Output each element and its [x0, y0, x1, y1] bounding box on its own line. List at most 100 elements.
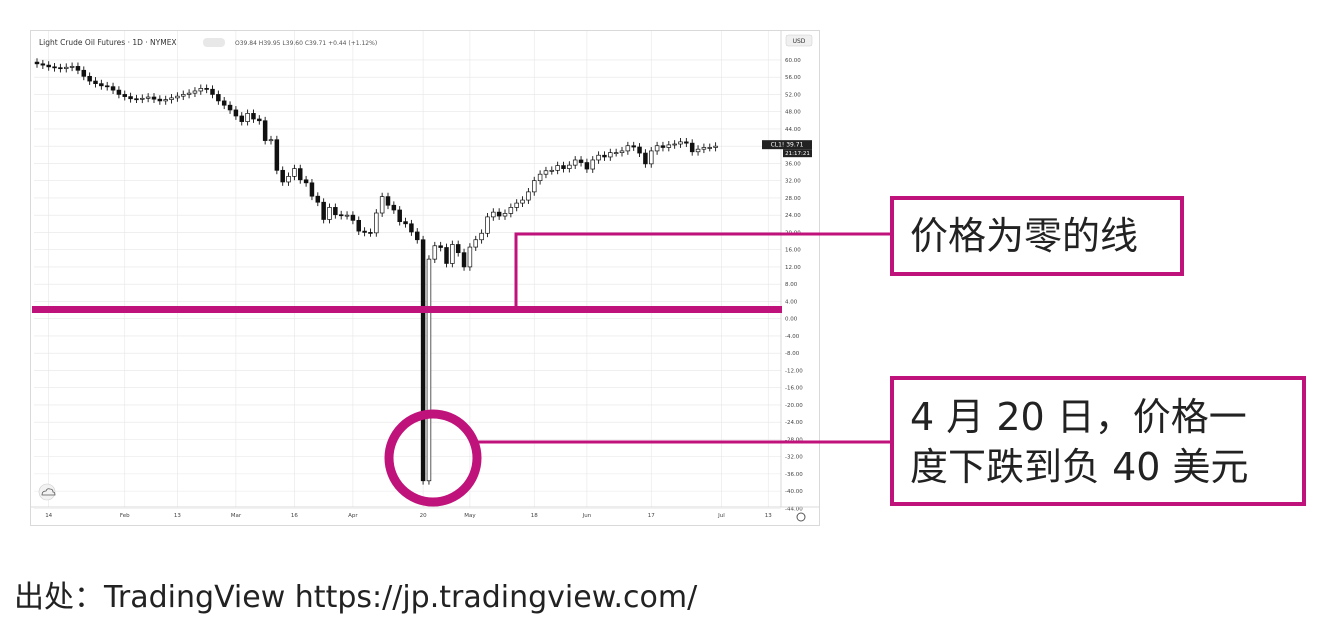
negative-price-annotation-line-1: 4 月 20 日，价格一 — [910, 395, 1247, 439]
candle-body — [590, 159, 595, 170]
candle — [239, 112, 245, 126]
candle — [450, 240, 455, 268]
y-tick-label: -32.00 — [785, 455, 803, 461]
candle — [303, 175, 309, 187]
candle — [473, 235, 479, 251]
x-tick-label: 16 — [291, 513, 298, 519]
candle-body — [532, 180, 537, 193]
candle — [666, 141, 672, 152]
candle — [420, 235, 426, 485]
candle — [134, 94, 139, 104]
candle-body — [648, 150, 654, 165]
candle-body — [116, 89, 122, 95]
candle — [75, 62, 81, 75]
candle-body — [543, 170, 549, 175]
x-tick-label: Feb — [120, 513, 130, 519]
candle — [116, 86, 122, 99]
candles — [34, 58, 718, 485]
y-tick-label: -40.00 — [785, 489, 803, 495]
y-tick-label: 28.00 — [785, 196, 801, 202]
candle — [514, 199, 519, 212]
candle — [654, 141, 660, 155]
candle-body — [432, 245, 438, 260]
currency-badge[interactable]: USD — [785, 34, 813, 47]
candle-body — [578, 159, 584, 163]
candle — [491, 208, 496, 221]
candle-body — [286, 176, 291, 183]
cloud-icon[interactable] — [38, 483, 56, 501]
candle-body — [298, 168, 303, 181]
candle — [87, 72, 92, 85]
zero-line-annotation: 价格为零的线 — [890, 196, 1184, 276]
zero-line-annotation-text: 价格为零的线 — [910, 214, 1139, 258]
candle — [479, 229, 484, 244]
candle — [338, 210, 344, 220]
x-tick-label: 18 — [531, 513, 538, 519]
candle — [122, 90, 127, 101]
y-tick-label: 56.00 — [785, 75, 801, 81]
candle-body — [52, 66, 57, 69]
candle-body — [292, 168, 297, 177]
negative-price-annotation-line-2: 度下跌到负 40 美元 — [910, 445, 1249, 489]
x-tick-label: 17 — [648, 513, 655, 519]
indicator-toggle[interactable] — [203, 38, 225, 47]
candle-body — [303, 179, 309, 184]
candle-body — [99, 83, 104, 87]
candle-body — [374, 212, 379, 234]
candle — [549, 166, 555, 175]
candle — [198, 84, 204, 95]
candle — [438, 241, 443, 252]
y-tick-label: -4.00 — [785, 334, 800, 340]
candle — [409, 219, 414, 236]
candle — [81, 66, 87, 81]
candle-body — [537, 173, 543, 182]
candle-body — [561, 165, 566, 169]
candle — [216, 90, 221, 105]
candle — [590, 156, 595, 173]
candle-body — [87, 75, 92, 82]
candle-body — [684, 141, 689, 144]
candle-body — [520, 199, 525, 204]
y-tick-label: -28.00 — [785, 437, 803, 443]
candle-body — [467, 246, 473, 268]
candle-body — [713, 145, 718, 148]
x-tick-label: Jun — [582, 513, 592, 519]
candle-body — [221, 100, 227, 106]
candle — [379, 192, 385, 217]
time-axis: 14 Feb 13 Mar 16 Apr 20 May 18 Jun 17 Jul 13 — [31, 506, 819, 519]
x-tick-label: Jul — [717, 513, 725, 519]
candle — [333, 203, 338, 219]
candle-body — [438, 245, 443, 248]
candle-body — [608, 152, 613, 158]
candle-body — [186, 92, 192, 95]
candle-body — [491, 211, 496, 218]
candle — [602, 151, 607, 161]
candle — [40, 59, 46, 69]
y-tick-label: 0.00 — [785, 317, 798, 323]
candle-body — [420, 239, 426, 482]
y-tick-label: 4.00 — [785, 299, 798, 305]
chart-title: Light Crude Oil Futures · 1D · NYMEX — [39, 38, 177, 47]
candle — [596, 151, 601, 164]
candle-body — [227, 104, 233, 111]
y-tick-label: -8.00 — [785, 351, 800, 357]
y-tick-label: 52.00 — [785, 92, 801, 98]
negative-price-annotation: 4 月 20 日，价格一 度下跌到负 40 美元 — [890, 376, 1306, 506]
settings-icon[interactable] — [796, 512, 806, 522]
candle — [268, 135, 274, 145]
candle-body — [58, 67, 63, 70]
candle-body — [496, 211, 502, 217]
candle-body — [397, 209, 402, 222]
candle-body — [151, 96, 157, 100]
candle-body — [344, 214, 350, 217]
candle — [537, 170, 543, 185]
candle — [695, 145, 701, 156]
candle — [648, 147, 654, 168]
candle-body — [350, 214, 356, 221]
candle — [181, 90, 186, 101]
candle-body — [268, 139, 274, 142]
candle-body — [104, 85, 110, 88]
candle-body — [198, 88, 204, 92]
candle-body — [631, 145, 636, 148]
candle-body — [128, 96, 133, 100]
